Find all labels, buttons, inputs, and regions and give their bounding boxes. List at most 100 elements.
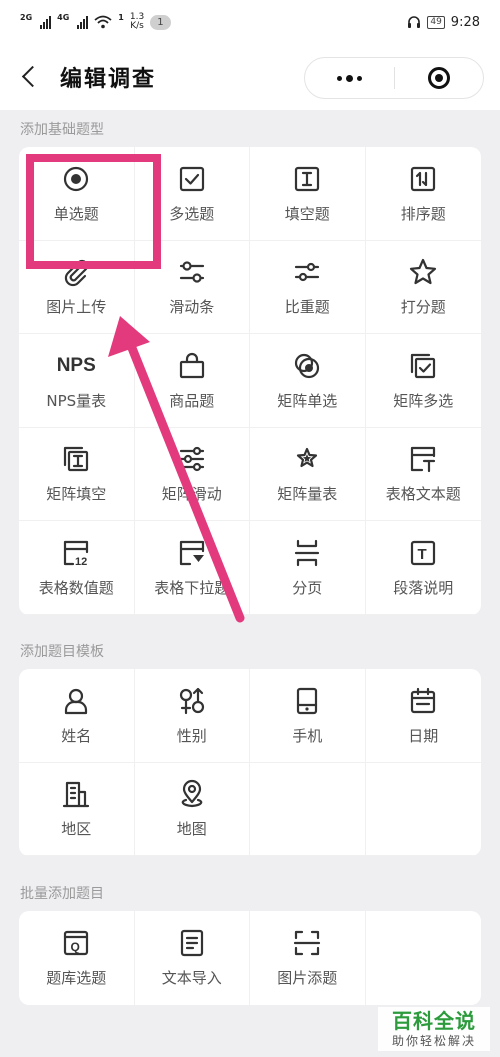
wifi-icon (94, 15, 112, 29)
question-type-label: 排序题 (400, 204, 446, 223)
sort-icon (411, 166, 436, 191)
empty-cell (366, 911, 482, 1005)
question-type-label: 表格下拉题 (154, 578, 230, 597)
batch-grid: Q 题库选题 文本导入 图片添题 (19, 911, 481, 1005)
template-label: 日期 (408, 726, 439, 745)
question-type-label: 商品题 (169, 391, 215, 410)
document-icon (180, 930, 203, 957)
question-type-label: 分页 (292, 578, 323, 597)
headphones-icon (408, 16, 421, 28)
empty-cell (250, 762, 366, 856)
shopping-bag-icon (179, 352, 204, 378)
batch-text-import[interactable]: 文本导入 (135, 911, 250, 1005)
battery-icon: 49 (427, 15, 445, 29)
batch-card: Q 题库选题 文本导入 图片添题 (19, 911, 481, 1005)
paperclip-icon (65, 260, 89, 287)
template-map[interactable]: 地图 (134, 762, 250, 856)
table-text-icon (411, 447, 436, 473)
template-name[interactable]: 姓名 (19, 669, 135, 763)
question-type-image-upload[interactable]: 图片上传 (19, 240, 135, 334)
close-mini-program-button[interactable] (395, 58, 484, 98)
slider-icon (179, 261, 204, 283)
template-label: 手机 (292, 726, 323, 745)
batch-label: 文本导入 (161, 969, 222, 988)
question-type-label: 矩阵滑动 (161, 485, 222, 504)
question-type-nps[interactable]: NPS NPS量表 (19, 334, 135, 428)
template-date[interactable]: 日期 (365, 669, 481, 763)
question-type-label: 表格数值题 (38, 578, 114, 597)
text-cursor-icon (295, 166, 320, 191)
question-type-paragraph[interactable]: T 段落说明 (365, 521, 481, 615)
template-label: 姓名 (61, 726, 92, 745)
star-icon (410, 259, 437, 285)
watermark-logo: 百科全说 助你轻松解决 (378, 1007, 490, 1051)
question-type-table-number[interactable]: 12 表格数值题 (19, 521, 135, 615)
building-icon (63, 782, 90, 808)
matrix-text-icon (64, 447, 89, 472)
question-type-multiple-choice[interactable]: 多选题 (134, 147, 250, 241)
question-type-label: 矩阵多选 (393, 391, 454, 410)
data-sup: 1 (118, 13, 124, 22)
page-title: 编辑调查 (60, 67, 157, 92)
table-number-icon: 12 (64, 540, 89, 568)
question-bank-icon: Q (64, 931, 89, 956)
status-right: 49 9:28 (407, 15, 480, 30)
matrix-stars-icon (297, 448, 318, 468)
matrix-slider-icon (179, 447, 204, 472)
nps-icon: NPS (56, 354, 96, 376)
network-speed: 1.3 K/s (129, 12, 145, 31)
watermark-title: 百科全说 (392, 1009, 476, 1033)
target-icon (427, 67, 450, 89)
template-label: 地区 (61, 820, 92, 839)
template-phone[interactable]: 手机 (250, 669, 366, 763)
question-type-fill-blank[interactable]: 填空题 (250, 147, 366, 241)
back-icon[interactable] (20, 67, 40, 87)
question-type-matrix-fill[interactable]: 矩阵填空 (19, 427, 135, 521)
checkbox-icon (179, 166, 204, 191)
empty-cell (365, 763, 481, 856)
clock: 9:28 (450, 14, 480, 30)
question-type-matrix-multiple[interactable]: 矩阵多选 (365, 334, 481, 428)
question-type-single-choice[interactable]: 单选题 (19, 147, 135, 241)
svg-text:12: 12 (75, 556, 87, 568)
question-type-sort[interactable]: 排序题 (365, 147, 481, 241)
question-type-slider[interactable]: 滑动条 (134, 240, 250, 334)
question-type-label: 段落说明 (393, 578, 454, 597)
question-type-label: 打分题 (400, 298, 446, 317)
question-type-label: 比重题 (284, 298, 330, 317)
section-basic-label: 添加基础题型 (20, 122, 104, 138)
template-gender[interactable]: 性别 (134, 669, 250, 763)
question-type-matrix-single[interactable]: 矩阵单选 (250, 334, 366, 428)
batch-label: 图片添题 (277, 969, 338, 988)
template-grid: 姓名 性别 手机 日期 地区 地图 (19, 669, 481, 856)
template-label: 地图 (176, 820, 207, 839)
question-type-label: 表格文本题 (385, 485, 461, 504)
paragraph-icon: T (411, 540, 436, 565)
section-template-label: 添加题目模板 (20, 644, 104, 660)
signal-2-label: 4G (57, 13, 70, 22)
question-type-weight[interactable]: 比重题 (250, 240, 366, 334)
notification-badge: 1 (150, 14, 171, 30)
map-pin-icon (181, 780, 203, 808)
question-type-product[interactable]: 商品题 (134, 334, 250, 428)
more-menu-button[interactable] (305, 58, 394, 98)
question-type-rating[interactable]: 打分题 (365, 241, 481, 334)
question-type-label: 滑动条 (169, 298, 215, 317)
template-label: 性别 (176, 726, 207, 745)
question-type-label: 多选题 (169, 204, 215, 223)
question-type-table-dropdown[interactable]: 表格下拉题 (134, 521, 250, 615)
svg-text:Q: Q (71, 940, 80, 954)
batch-image-add[interactable]: 图片添题 (250, 911, 366, 1005)
basic-types-card: 单选题 多选题 填空题 排序题 图片上传 滑动条 比重题 打分题 NPS NPS… (19, 147, 481, 615)
question-type-matrix-slider[interactable]: 矩阵滑动 (134, 427, 250, 521)
question-type-table-text[interactable]: 表格文本题 (365, 428, 481, 521)
template-region[interactable]: 地区 (19, 762, 135, 856)
phone-icon (297, 687, 318, 714)
question-type-matrix-scale[interactable]: 矩阵量表 (250, 427, 366, 521)
batch-question-bank[interactable]: Q 题库选题 (19, 911, 135, 1005)
signal-1-icon (40, 15, 52, 29)
status-bar: 2G 4G 1 1.3 K/s 1 49 9:28 (0, 0, 500, 44)
scan-icon (294, 931, 321, 956)
question-type-page-break[interactable]: 分页 (250, 521, 366, 615)
nav-bar: 编辑调查 (0, 44, 500, 110)
